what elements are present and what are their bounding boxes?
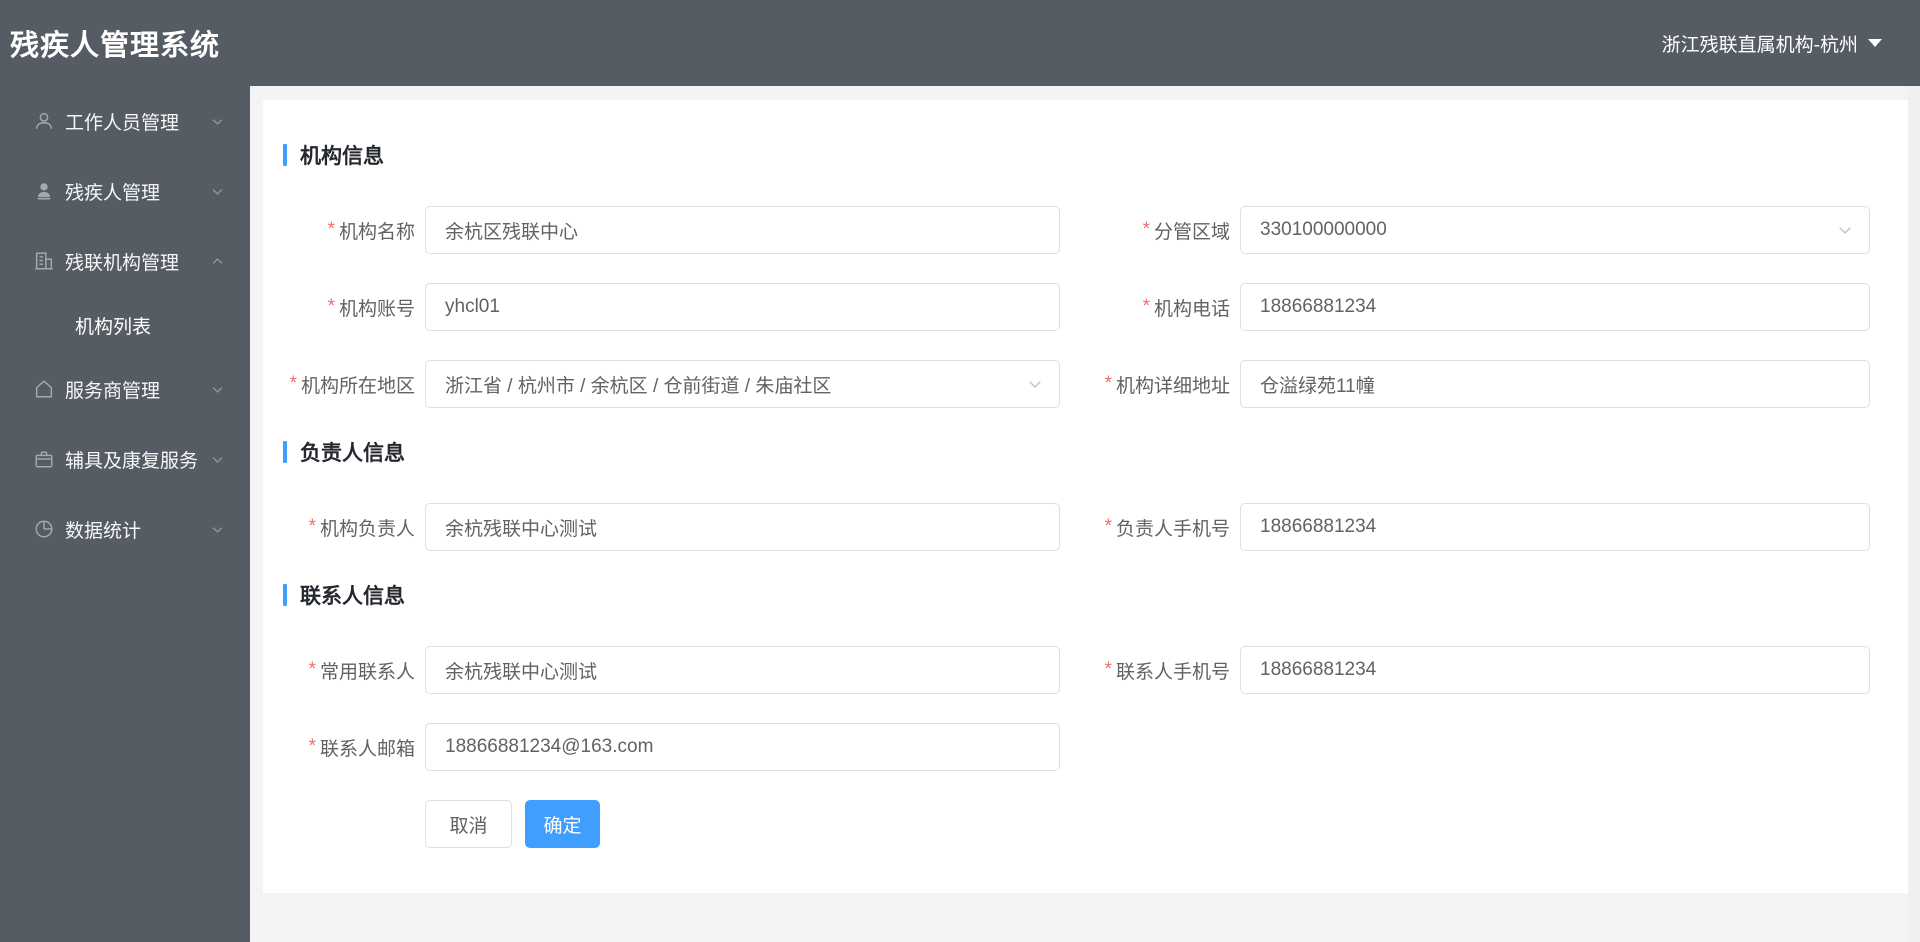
- app-title: 残疾人管理系统: [10, 30, 221, 62]
- app-header: 残疾人管理系统 浙江残联直属机构-杭州: [0, 0, 1920, 86]
- sidebar-item-rehab-services[interactable]: 辅具及康复服务: [0, 424, 250, 494]
- required-asterisk: *: [327, 219, 335, 240]
- form-row: * 机构所在地区 * 机构详细地址: [283, 360, 1870, 408]
- required-asterisk: *: [1104, 373, 1112, 394]
- org-address-input[interactable]: [1240, 360, 1870, 408]
- required-asterisk: *: [1142, 296, 1150, 317]
- cancel-button[interactable]: 取消: [425, 800, 512, 848]
- field-label: * 机构电话: [1142, 296, 1230, 320]
- form-row: * 常用联系人 * 联系人手机号: [283, 646, 1870, 694]
- org-edit-form-card: 机构信息 * 机构名称 * 分管区域: [263, 100, 1908, 893]
- sidebar-item-staff-management[interactable]: 工作人员管理: [0, 86, 250, 156]
- field-label: * 负责人手机号: [1104, 516, 1230, 540]
- user-outline-icon: [32, 109, 56, 133]
- field-org-leader: * 机构负责人: [283, 503, 1060, 551]
- section-title: 负责人信息: [283, 437, 1870, 467]
- required-asterisk: *: [308, 736, 316, 757]
- field-label: * 联系人邮箱: [308, 736, 415, 760]
- building-icon: [32, 249, 56, 273]
- section-title-text: 机构信息: [300, 145, 384, 168]
- org-phone-input[interactable]: [1240, 283, 1870, 331]
- sidebar-item-statistics[interactable]: 数据统计: [0, 494, 250, 564]
- contact-name-input[interactable]: [425, 646, 1060, 694]
- required-asterisk: *: [308, 659, 316, 680]
- sidebar-item-label: 辅具及康复服务: [65, 450, 199, 472]
- required-asterisk: *: [327, 296, 335, 317]
- section-title-bar: [283, 584, 287, 606]
- field-label: * 联系人手机号: [1104, 659, 1230, 683]
- contact-phone-input[interactable]: [1240, 646, 1870, 694]
- field-contact-email: * 联系人邮箱: [283, 723, 1060, 771]
- field-org-name: * 机构名称: [283, 206, 1060, 254]
- scrollbar[interactable]: [1908, 86, 1920, 942]
- field-label: * 机构详细地址: [1104, 373, 1230, 397]
- required-asterisk: *: [289, 373, 297, 394]
- sidebar-item-label: 服务商管理: [65, 380, 161, 402]
- section-contact-info: 联系人信息 * 常用联系人 * 联系人手机号: [283, 580, 1870, 771]
- org-name-input[interactable]: [425, 206, 1060, 254]
- chevron-down-icon: [210, 381, 226, 397]
- section-title: 联系人信息: [283, 580, 1870, 610]
- form-row: * 机构账号 * 机构电话: [283, 283, 1870, 331]
- sidebar: 工作人员管理 残疾人管理 残联机构管理 机构列表 服务商管理 辅具及康复服务 数…: [0, 86, 250, 942]
- field-org-account: * 机构账号: [283, 283, 1060, 331]
- form-actions: 取消 确定: [425, 800, 1870, 848]
- form-row: * 机构负责人 * 负责人手机号: [283, 503, 1870, 551]
- sidebar-item-disabled-management[interactable]: 残疾人管理: [0, 156, 250, 226]
- field-label: * 常用联系人: [308, 659, 415, 683]
- form-row: * 联系人邮箱: [283, 723, 1870, 771]
- sidebar-item-label: 残联机构管理: [65, 252, 180, 274]
- form-row: * 机构名称 * 分管区域: [283, 206, 1870, 254]
- chevron-down-icon: [210, 113, 226, 129]
- section-title-bar: [283, 441, 287, 463]
- leader-phone-input[interactable]: [1240, 503, 1870, 551]
- required-asterisk: *: [1104, 516, 1112, 537]
- section-title-bar: [283, 144, 287, 166]
- field-org-address: * 机构详细地址: [1060, 360, 1870, 408]
- required-asterisk: *: [1142, 219, 1150, 240]
- org-switcher[interactable]: 浙江残联直属机构-杭州: [1662, 30, 1882, 57]
- confirm-button[interactable]: 确定: [525, 800, 600, 848]
- region-select[interactable]: [1240, 206, 1870, 254]
- required-asterisk: *: [1104, 659, 1112, 680]
- user-filled-icon: [32, 179, 56, 203]
- contact-email-input[interactable]: [425, 723, 1060, 771]
- sidebar-item-label: 残疾人管理: [65, 182, 161, 204]
- field-org-phone: * 机构电话: [1060, 283, 1870, 331]
- sidebar-item-label: 工作人员管理: [65, 112, 180, 134]
- chevron-up-icon: [210, 253, 226, 269]
- chevron-down-icon: [210, 183, 226, 199]
- org-leader-input[interactable]: [425, 503, 1060, 551]
- section-org-info: 机构信息 * 机构名称 * 分管区域: [283, 140, 1870, 408]
- sidebar-item-org-list[interactable]: 机构列表: [0, 296, 250, 354]
- field-org-area: * 机构所在地区: [283, 360, 1060, 408]
- suitcase-icon: [32, 447, 56, 471]
- field-leader-phone: * 负责人手机号: [1060, 503, 1870, 551]
- home-icon: [32, 377, 56, 401]
- section-title-text: 联系人信息: [300, 585, 405, 608]
- sidebar-item-label: 数据统计: [65, 520, 142, 542]
- sidebar-item-provider-management[interactable]: 服务商管理: [0, 354, 250, 424]
- field-contact-phone: * 联系人手机号: [1060, 646, 1870, 694]
- field-label: * 机构名称: [327, 219, 415, 243]
- field-region: * 分管区域: [1060, 206, 1870, 254]
- field-label: * 机构负责人: [308, 516, 415, 540]
- sidebar-subitem-label: 机构列表: [75, 316, 152, 338]
- field-label: * 分管区域: [1142, 219, 1230, 243]
- org-switcher-label: 浙江残联直属机构-杭州: [1661, 34, 1858, 56]
- caret-down-icon: [1868, 39, 1882, 47]
- pie-chart-icon: [32, 517, 56, 541]
- chevron-down-icon: [210, 451, 226, 467]
- chevron-down-icon: [210, 521, 226, 537]
- field-label: * 机构账号: [327, 296, 415, 320]
- sidebar-item-org-management[interactable]: 残联机构管理: [0, 226, 250, 296]
- field-label: * 机构所在地区: [289, 373, 415, 397]
- section-title-text: 负责人信息: [300, 442, 405, 465]
- org-area-cascader[interactable]: [425, 360, 1060, 408]
- org-account-input[interactable]: [425, 283, 1060, 331]
- required-asterisk: *: [308, 516, 316, 537]
- field-contact-name: * 常用联系人: [283, 646, 1060, 694]
- section-leader-info: 负责人信息 * 机构负责人 * 负责人手机号: [283, 437, 1870, 551]
- section-title: 机构信息: [283, 140, 1870, 170]
